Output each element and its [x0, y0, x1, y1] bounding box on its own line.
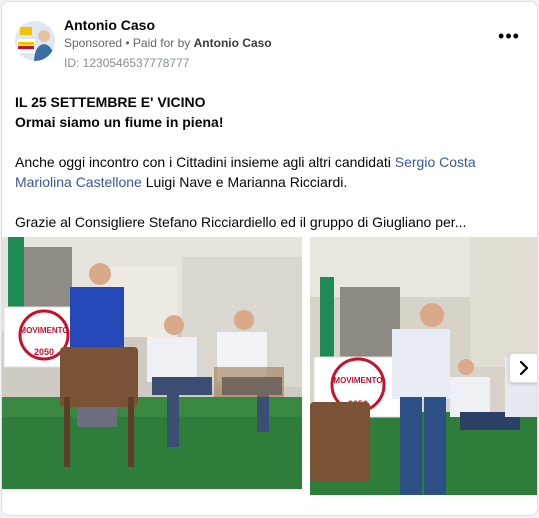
paragraph-text: Luigi Nave e Marianna Ricciardi.: [141, 174, 348, 190]
ad-card: Antonio Caso Sponsored • Paid for by Ant…: [1, 1, 538, 516]
post-subheadline: Ormai siamo un fiume in piena!: [15, 114, 224, 130]
post-photo-2[interactable]: MOVIMENTO 2050: [310, 237, 537, 495]
banner-year-1: 2050: [34, 347, 54, 357]
author-name[interactable]: Antonio Caso: [64, 17, 155, 33]
paid-for-label: Paid for by: [132, 36, 194, 50]
banner-text-2: MOVIMENTO: [333, 376, 382, 385]
avatar-image: [15, 21, 55, 61]
separator: •: [122, 36, 133, 50]
sponsored-label: Sponsored: [64, 36, 123, 50]
post-paragraph-truncated[interactable]: Grazie al Consigliere Stefano Ricciardie…: [15, 212, 530, 232]
candidate-link-sergio-costa[interactable]: Sergio Costa: [395, 154, 476, 170]
post-photo-1[interactable]: MOVIMENTO 2050: [2, 237, 302, 489]
chevron-right-icon: [519, 360, 529, 376]
banner-text-1: MOVIMENTO: [19, 326, 68, 335]
paid-for-name[interactable]: Antonio Caso: [194, 36, 272, 50]
post-paragraph-line: Mariolina Castellone Luigi Nave e Marian…: [15, 172, 530, 192]
post-headline: IL 25 SETTEMBRE E' VICINO: [15, 94, 206, 110]
ad-id: ID: 1230546537778777: [64, 56, 190, 70]
sponsored-line: Sponsored • Paid for by Antonio Caso: [64, 36, 272, 50]
more-options-icon[interactable]: •••: [496, 27, 522, 45]
photo-1-image: MOVIMENTO 2050: [2, 237, 302, 489]
paragraph-text: Anche oggi incontro con i Cittadini insi…: [15, 154, 395, 170]
photo-2-image: MOVIMENTO 2050: [310, 237, 537, 495]
post-paragraph-line: Anche oggi incontro con i Cittadini insi…: [15, 152, 530, 172]
avatar[interactable]: [15, 21, 55, 61]
carousel-next-button[interactable]: [509, 353, 537, 383]
candidate-link-mariolina-castellone[interactable]: Mariolina Castellone: [15, 174, 142, 190]
